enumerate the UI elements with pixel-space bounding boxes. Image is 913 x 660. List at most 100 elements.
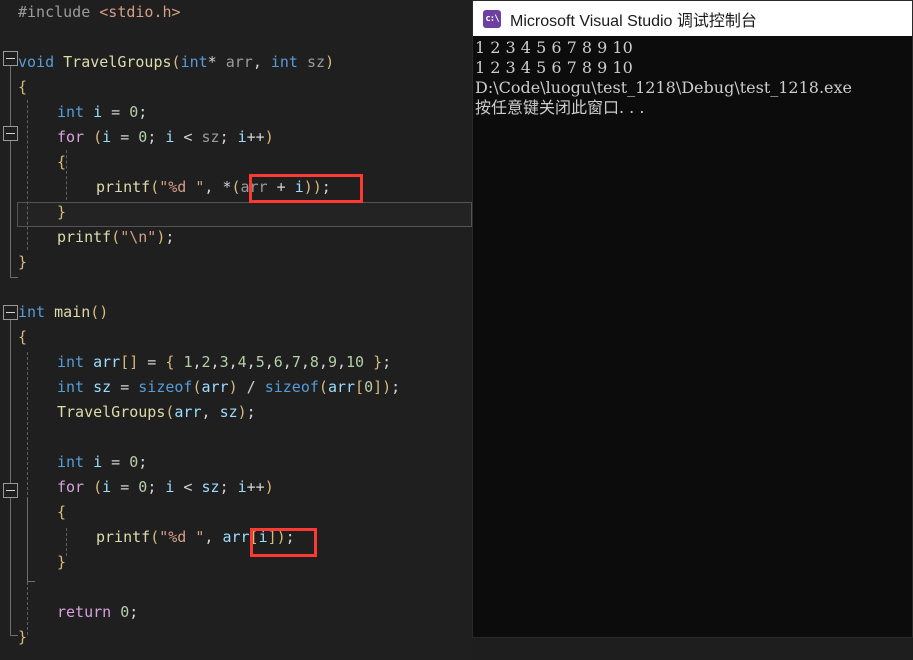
code-token: arr: [225, 53, 253, 71]
code-token: #include: [18, 3, 100, 21]
code-token: 9: [327, 353, 337, 371]
code-token: *: [207, 53, 226, 71]
code-token: ,: [282, 353, 292, 371]
code-lines-container[interactable]: #include <stdio.h> void TravelGroups(int*…: [0, 0, 472, 660]
code-token: for: [57, 128, 85, 146]
code-token: 0: [138, 478, 148, 496]
code-line[interactable]: printf("%d ", *(arr + i));: [0, 175, 472, 200]
console-title-text: Microsoft Visual Studio 调试控制台: [510, 12, 757, 30]
code-line[interactable]: int i = 0;: [0, 100, 472, 125]
code-token: i: [294, 178, 304, 196]
code-token: ): [325, 53, 335, 71]
code-line[interactable]: int i = 0;: [0, 450, 472, 475]
code-token: +: [267, 178, 295, 196]
console-output-line: 1 2 3 4 5 6 7 8 9 10: [475, 38, 633, 57]
indent-guide-3: [27, 352, 28, 635]
code-token: ;: [219, 128, 238, 146]
code-token: "%d ": [159, 178, 205, 196]
code-line[interactable]: {: [0, 150, 472, 175]
code-line[interactable]: for (i = 0; i < sz; i++): [0, 125, 472, 150]
code-token: 0: [129, 103, 139, 121]
code-token: 8: [309, 353, 319, 371]
code-line[interactable]: int arr[] = { 1,2,3,4,5,6,7,8,9,10 };: [0, 350, 472, 375]
code-token: 10: [346, 353, 365, 371]
code-token: ): [303, 178, 313, 196]
scope-line-for-loop-2: [27, 498, 35, 582]
code-token: 0: [129, 453, 139, 471]
code-token: ,: [204, 178, 223, 196]
code-token: int: [57, 353, 85, 371]
code-token: ,: [204, 528, 223, 546]
code-line[interactable]: [0, 425, 472, 450]
collapse-toggle-for-loop-1[interactable]: [3, 126, 18, 141]
code-line[interactable]: {: [0, 75, 472, 100]
code-token: int: [57, 378, 85, 396]
console-title-bar[interactable]: c:\ Microsoft Visual Studio 调试控制台: [473, 1, 912, 36]
code-token: printf: [96, 178, 151, 196]
code-line[interactable]: void TravelGroups(int* arr, int sz): [0, 50, 472, 75]
code-token: }: [364, 353, 383, 371]
code-token: ;: [285, 528, 295, 546]
code-token: void: [18, 53, 55, 71]
debug-console-window[interactable]: c:\ Microsoft Visual Studio 调试控制台 1 2 3 …: [472, 0, 913, 638]
code-line[interactable]: {: [0, 500, 472, 525]
code-token: for: [57, 478, 85, 496]
code-token: ]: [267, 528, 277, 546]
code-line[interactable]: }: [0, 250, 472, 275]
code-line[interactable]: for (i = 0; i < sz; i++): [0, 475, 472, 500]
collapse-toggle-main[interactable]: [3, 305, 18, 320]
code-token: ;: [138, 453, 148, 471]
console-window-icon: c:\: [483, 9, 501, 28]
code-token: ,: [192, 353, 202, 371]
code-token: ): [276, 528, 286, 546]
code-token: <stdio.h>: [99, 3, 181, 21]
code-token: ,: [318, 353, 328, 371]
code-token: {: [57, 153, 67, 171]
code-token: (: [150, 178, 160, 196]
code-token: =: [111, 478, 139, 496]
code-editor-pane[interactable]: #include <stdio.h> void TravelGroups(int*…: [0, 0, 472, 660]
code-token: i: [102, 478, 112, 496]
collapse-toggle-for-loop-2[interactable]: [3, 483, 18, 498]
code-token: ;: [321, 178, 331, 196]
code-token: ;: [147, 478, 166, 496]
code-line[interactable]: return 0;: [0, 600, 472, 625]
code-token: (: [318, 378, 328, 396]
code-line[interactable]: int main(): [0, 300, 472, 325]
code-token: i: [237, 128, 247, 146]
code-line[interactable]: }: [0, 550, 472, 575]
code-token: 0: [364, 378, 374, 396]
code-line[interactable]: int sz = sizeof(arr) / sizeof(arr[0]);: [0, 375, 472, 400]
code-token: (: [111, 228, 121, 246]
code-token: "\n": [120, 228, 157, 246]
code-line[interactable]: }: [0, 200, 472, 225]
code-token: =: [102, 103, 130, 121]
code-token: ++: [246, 128, 265, 146]
code-token: (: [90, 303, 100, 321]
code-line[interactable]: #include <stdio.h>: [0, 0, 472, 25]
code-line[interactable]: printf("%d ", arr[i]);: [0, 525, 472, 550]
code-line[interactable]: [0, 275, 472, 300]
code-token: ]: [129, 353, 139, 371]
code-line[interactable]: }: [0, 625, 472, 650]
code-token: [: [355, 378, 365, 396]
code-token: ;: [138, 103, 148, 121]
scope-line-travelgroups: [10, 66, 18, 278]
code-token: 7: [291, 353, 301, 371]
console-output-line: 1 2 3 4 5 6 7 8 9 10: [475, 58, 633, 77]
code-token: ;: [391, 378, 401, 396]
indent-guide-4: [66, 528, 67, 556]
console-output-area[interactable]: 1 2 3 4 5 6 7 8 9 10 1 2 3 4 5 6 7 8 9 10…: [473, 36, 912, 118]
console-output-line: 按任意键关闭此窗口. . .: [475, 98, 645, 117]
code-token: main: [54, 303, 91, 321]
code-line[interactable]: TravelGroups(arr, sz);: [0, 400, 472, 425]
code-line[interactable]: printf("\n");: [0, 225, 472, 250]
code-token: i: [237, 478, 247, 496]
code-line[interactable]: {: [0, 325, 472, 350]
collapse-toggle-travelgroups[interactable]: [3, 51, 18, 66]
code-token: ): [264, 128, 274, 146]
code-line[interactable]: [0, 25, 472, 50]
code-line[interactable]: [0, 575, 472, 600]
